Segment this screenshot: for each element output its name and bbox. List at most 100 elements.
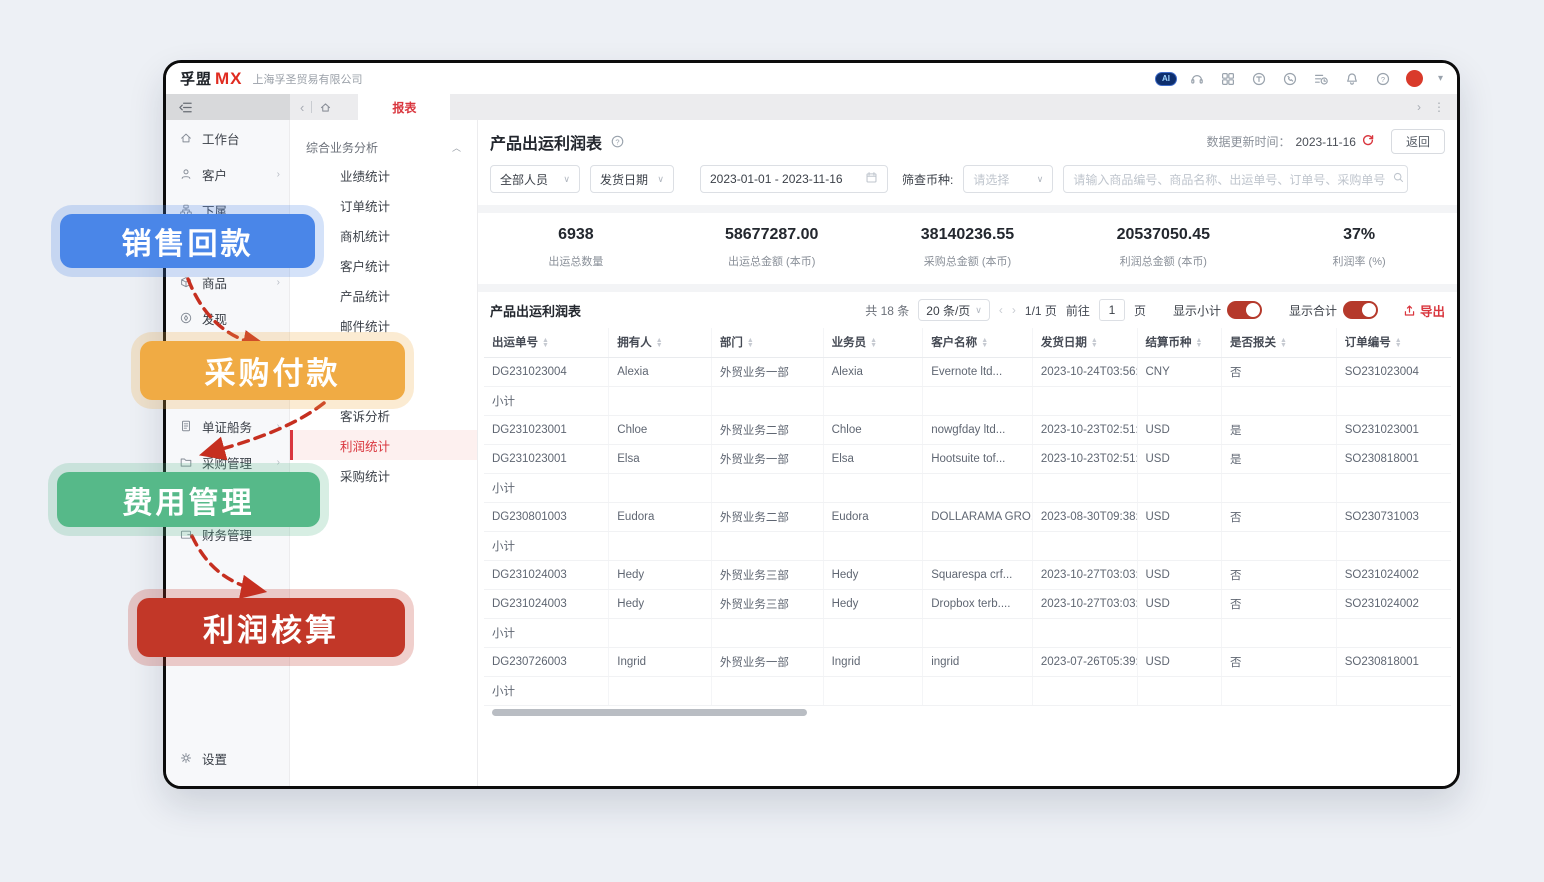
submenu-item-客户统计[interactable]: 客户统计	[290, 250, 477, 280]
tab-more-icon[interactable]: ⋮	[1433, 100, 1445, 114]
stat-label: 利润总金额 (本币)	[1065, 253, 1261, 269]
scrollbar-thumb[interactable]	[492, 709, 807, 716]
search-input[interactable]: 请输入商品编号、商品名称、出运单号、订单号、采购单号	[1063, 165, 1408, 193]
sort-icon[interactable]: ▲▼	[981, 338, 988, 348]
sort-icon[interactable]: ▲▼	[1395, 338, 1402, 348]
column-header-客户名称[interactable]: 客户名称▲▼	[923, 328, 1033, 357]
cell	[1137, 618, 1222, 647]
table-row[interactable]: DG231023001Elsa外贸业务一部ElsaHootsuite tof..…	[484, 444, 1451, 473]
sort-icon[interactable]: ▲▼	[1196, 338, 1203, 348]
submenu-item-利润统计[interactable]: 利润统计	[290, 430, 477, 460]
tab-reports[interactable]: 报表	[358, 94, 450, 120]
table-row[interactable]: DG231024003Hedy外贸业务三部HedySquarespa crf..…	[484, 560, 1451, 589]
divider	[311, 101, 312, 113]
discover-icon	[179, 311, 193, 325]
column-header-结算币种[interactable]: 结算币种▲▼	[1137, 328, 1222, 357]
column-header-订单编号[interactable]: 订单编号▲▼	[1336, 328, 1451, 357]
export-button[interactable]: 导出	[1403, 301, 1445, 320]
nav-back-icon[interactable]: ‹	[300, 100, 304, 115]
headset-icon[interactable]	[1189, 71, 1205, 87]
submenu-group-header[interactable]: 综合业务分析 ︿	[290, 134, 477, 160]
back-button[interactable]: 返回	[1391, 129, 1445, 154]
cell: Chloe	[823, 415, 923, 444]
goto-page-input[interactable]: 1	[1099, 299, 1125, 321]
help-icon[interactable]: ?	[610, 134, 625, 149]
sidebar-item-商品[interactable]: 商品›	[166, 264, 289, 300]
submenu-item-订单统计[interactable]: 订单统计	[290, 190, 477, 220]
column-header-业务员[interactable]: 业务员▲▼	[823, 328, 923, 357]
cell	[1222, 618, 1337, 647]
tab-scroll-right-icon[interactable]: ›	[1417, 100, 1421, 114]
cell: 是	[1222, 415, 1337, 444]
column-header-拥有人[interactable]: 拥有人▲▼	[609, 328, 712, 357]
stat-利润总金额 (本币): 20537050.45利润总金额 (本币)	[1065, 226, 1261, 269]
horizontal-scrollbar[interactable]	[492, 709, 1439, 717]
sort-icon[interactable]: ▲▼	[656, 338, 663, 348]
submenu-item-邮件统计[interactable]: 邮件统计	[290, 310, 477, 340]
currency-select[interactable]: 请选择∨	[963, 165, 1053, 193]
goto-label: 前往	[1066, 302, 1090, 319]
message-icon[interactable]	[1251, 71, 1267, 87]
sidebar-item-工作台[interactable]: 工作台	[166, 120, 289, 156]
show-subtotal-toggle[interactable]	[1227, 301, 1262, 319]
cell: CNY	[1137, 357, 1222, 386]
cell: 外贸业务一部	[711, 647, 823, 676]
cell: Ingrid	[609, 647, 712, 676]
column-header-出运单号[interactable]: 出运单号▲▼	[484, 328, 609, 357]
refresh-icon[interactable]	[1361, 133, 1375, 150]
next-page-icon[interactable]: ›	[1012, 303, 1016, 317]
submenu-item-商机统计[interactable]: 商机统计	[290, 220, 477, 250]
submenu-item-业绩统计[interactable]: 业绩统计	[290, 160, 477, 190]
tasks-icon[interactable]	[1313, 71, 1329, 87]
column-header-发货日期[interactable]: 发货日期▲▼	[1032, 328, 1137, 357]
column-header-部门[interactable]: 部门▲▼	[711, 328, 823, 357]
submenu-item-客诉分析[interactable]: 客诉分析	[290, 400, 477, 430]
cell: USD	[1137, 444, 1222, 473]
sort-icon[interactable]: ▲▼	[1091, 338, 1098, 348]
cell	[1222, 473, 1337, 502]
user-avatar[interactable]	[1406, 70, 1423, 87]
cell	[923, 531, 1033, 560]
phone-icon[interactable]	[1282, 71, 1298, 87]
cell	[823, 676, 923, 705]
table-row[interactable]: DG231023001Chloe外贸业务二部Chloenowgfday ltd.…	[484, 415, 1451, 444]
cell: 否	[1222, 357, 1337, 386]
sort-icon[interactable]: ▲▼	[747, 338, 754, 348]
table-row[interactable]: DG231023004Alexia外贸业务一部AlexiaEvernote lt…	[484, 357, 1451, 386]
table-row[interactable]: DG230801003Eudora外贸业务二部EudoraDOLLARAMA G…	[484, 502, 1451, 531]
callout-sales-collection: 销售回款	[60, 214, 315, 268]
submenu-item-产品统计[interactable]: 产品统计	[290, 280, 477, 310]
person-filter-select[interactable]: 全部人员∨	[490, 165, 580, 193]
help-icon[interactable]: ?	[1375, 71, 1391, 87]
date-range-input[interactable]: 2023-01-01 - 2023-11-16	[700, 165, 888, 193]
cell: 外贸业务二部	[711, 502, 823, 531]
page-size-select[interactable]: 20 条/页∨	[918, 299, 990, 321]
collapse-sidebar-button[interactable]	[166, 94, 290, 120]
prev-page-icon[interactable]: ‹	[999, 303, 1003, 317]
table-row[interactable]: DG231024003Hedy外贸业务三部HedyDropbox terb...…	[484, 589, 1451, 618]
ai-icon[interactable]: AI	[1158, 71, 1174, 87]
show-total-toggle[interactable]	[1343, 301, 1378, 319]
date-type-select[interactable]: 发货日期∨	[590, 165, 674, 193]
sort-icon[interactable]: ▲▼	[870, 338, 877, 348]
sort-icon[interactable]: ▲▼	[1280, 338, 1287, 348]
sidebar-item-发现[interactable]: 发现	[166, 300, 289, 336]
search-icon	[1392, 171, 1405, 187]
chevron-down-icon[interactable]: ▾	[1438, 73, 1443, 84]
cell: USD	[1137, 415, 1222, 444]
table-row[interactable]: DG230726003Ingrid外贸业务一部Ingridingrid2023-…	[484, 647, 1451, 676]
cell: DG231023001	[484, 444, 609, 473]
bell-icon[interactable]	[1344, 71, 1360, 87]
cell: DG230801003	[484, 502, 609, 531]
stat-label: 出运总金额 (本币)	[674, 253, 870, 269]
settings-gear-icon	[179, 751, 193, 765]
sort-icon[interactable]: ▲▼	[542, 338, 549, 348]
home-tab-icon[interactable]	[319, 101, 332, 114]
sidebar-item-客户[interactable]: 客户›	[166, 156, 289, 192]
cell	[923, 676, 1033, 705]
sidebar-item-settings[interactable]: 设置	[166, 740, 289, 776]
sidebar-item-单证船务[interactable]: 单证船务›	[166, 408, 289, 444]
cell: nowgfday ltd...	[923, 415, 1033, 444]
apps-icon[interactable]	[1220, 71, 1236, 87]
column-header-是否报关[interactable]: 是否报关▲▼	[1222, 328, 1337, 357]
